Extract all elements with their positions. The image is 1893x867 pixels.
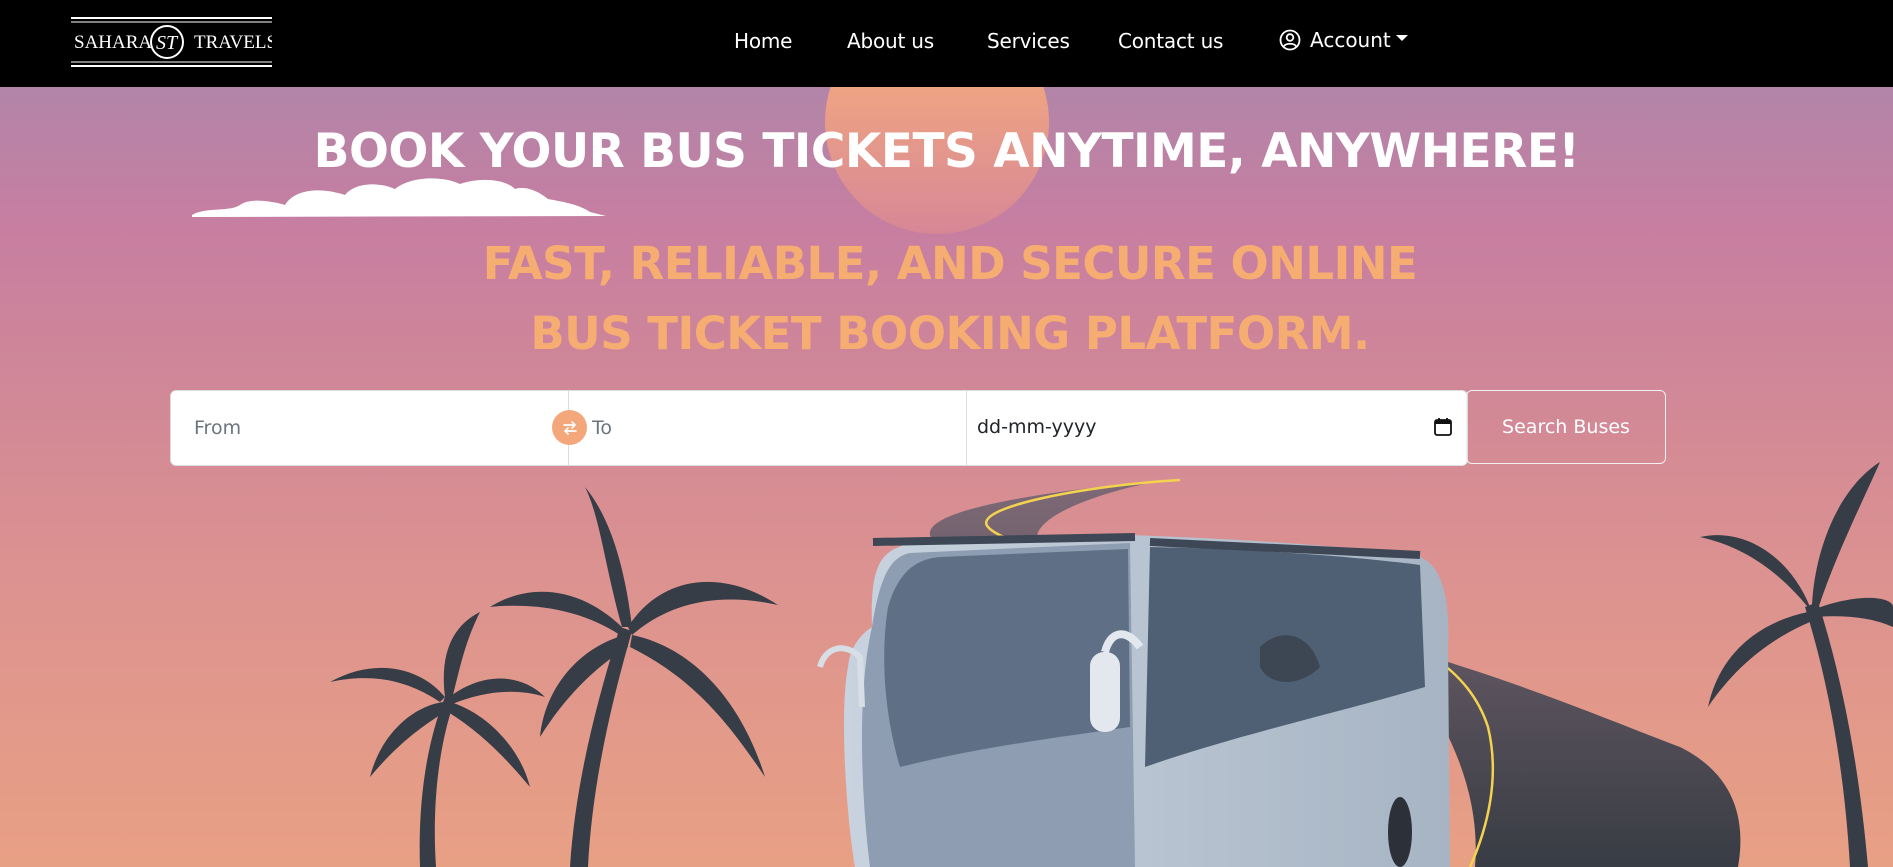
- bus-illustration: [817, 533, 1450, 867]
- account-dropdown[interactable]: Account: [1279, 28, 1408, 52]
- hero-section: BOOK YOUR BUS TICKETS ANYTIME, ANYWHERE!…: [0, 87, 1893, 867]
- nav-contact-link[interactable]: Contact us: [1118, 29, 1223, 53]
- cloud-shape: [192, 178, 606, 217]
- to-field-wrapper: [569, 391, 967, 465]
- to-input[interactable]: [569, 391, 966, 465]
- palm-tree-left-small: [330, 612, 545, 867]
- calendar-icon[interactable]: [1434, 417, 1452, 436]
- caret-down-icon: [1395, 35, 1408, 41]
- hero-headline: BOOK YOUR BUS TICKETS ANYTIME, ANYWHERE!: [313, 124, 1580, 179]
- user-circle-icon: [1279, 29, 1301, 51]
- palm-tree-left-large: [490, 487, 778, 867]
- swap-arrows-icon: [562, 420, 577, 435]
- nav-links: Home About us Services Contact us Accoun…: [0, 0, 1893, 87]
- date-input[interactable]: dd-mm-yyyy: [967, 391, 1467, 465]
- search-buses-button[interactable]: Search Buses: [1466, 390, 1666, 464]
- from-field-wrapper: [171, 391, 587, 465]
- nav-about-link[interactable]: About us: [847, 29, 934, 53]
- hero-subheadline: FAST, RELIABLE, AND SECURE ONLINE BUS TI…: [482, 237, 1418, 360]
- bus-search-form: dd-mm-yyyy: [170, 390, 1468, 466]
- from-input[interactable]: [171, 391, 568, 465]
- date-input-value: dd-mm-yyyy: [977, 416, 1097, 438]
- hero-illustration: [192, 87, 1893, 867]
- nav-home-link[interactable]: Home: [734, 29, 792, 53]
- swap-locations-button[interactable]: [552, 410, 587, 445]
- navbar: SAHARA ST TRAVELS Home About us Services…: [0, 0, 1893, 87]
- account-label: Account: [1310, 28, 1391, 52]
- nav-services-link[interactable]: Services: [987, 29, 1070, 53]
